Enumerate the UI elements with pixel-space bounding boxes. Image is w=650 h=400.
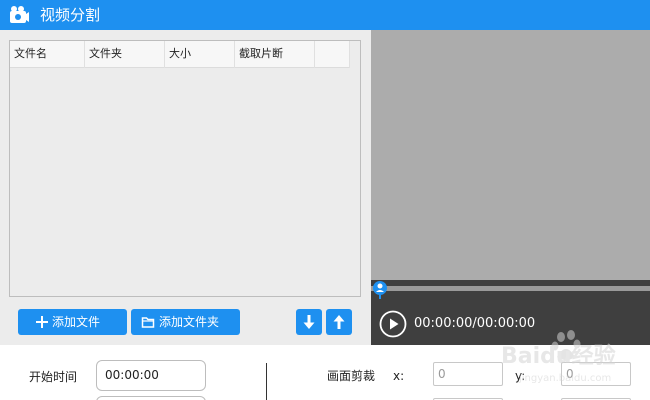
start-time-input[interactable]: 00:00:00 bbox=[96, 360, 206, 391]
arrow-up-icon bbox=[333, 315, 345, 329]
table-header: 文件名 文件夹 大小 截取片断 bbox=[10, 41, 350, 68]
seek-bar[interactable] bbox=[371, 286, 650, 291]
start-time-label: 开始时间 bbox=[29, 370, 78, 384]
crop-label: 画面剪裁 bbox=[327, 369, 376, 383]
add-file-button[interactable]: 添加文件 bbox=[18, 309, 127, 335]
baidu-watermark-logo: Baidu经验 jingyan.baidu.com bbox=[501, 330, 616, 384]
file-list-panel: 文件名 文件夹 大小 截取片断 添加文件 添加文件夹 bbox=[0, 30, 371, 345]
crop-x-label: x: bbox=[393, 369, 405, 383]
video-preview bbox=[371, 30, 650, 280]
add-file-label: 添加文件 bbox=[52, 315, 101, 329]
play-icon[interactable] bbox=[379, 310, 407, 338]
column-header-clip[interactable]: 截取片断 bbox=[235, 41, 315, 68]
file-table[interactable]: 文件名 文件夹 大小 截取片断 bbox=[9, 40, 361, 297]
move-down-button[interactable] bbox=[296, 309, 322, 335]
watermark-subtext: jingyan.baidu.com bbox=[518, 373, 611, 384]
column-header-filename[interactable]: 文件名 bbox=[10, 41, 85, 68]
title-bar: 视频分割 bbox=[0, 0, 650, 30]
add-folder-button[interactable]: 添加文件夹 bbox=[131, 309, 240, 335]
end-time-input[interactable] bbox=[96, 396, 206, 400]
app-camera-icon bbox=[10, 6, 29, 23]
arrow-down-icon bbox=[303, 315, 315, 329]
folder-icon bbox=[141, 317, 155, 328]
column-header-filler bbox=[315, 41, 350, 68]
seek-handle-icon[interactable] bbox=[372, 280, 388, 300]
section-divider bbox=[266, 363, 267, 400]
move-up-button[interactable] bbox=[326, 309, 352, 335]
column-header-folder[interactable]: 文件夹 bbox=[85, 41, 165, 68]
column-header-size[interactable]: 大小 bbox=[165, 41, 235, 68]
window-title: 视频分割 bbox=[40, 6, 101, 24]
watermark-text: Baidu经验 bbox=[501, 343, 616, 369]
plus-icon bbox=[36, 316, 48, 328]
crop-x-input[interactable]: 0 bbox=[433, 362, 503, 386]
add-folder-label: 添加文件夹 bbox=[159, 315, 220, 329]
